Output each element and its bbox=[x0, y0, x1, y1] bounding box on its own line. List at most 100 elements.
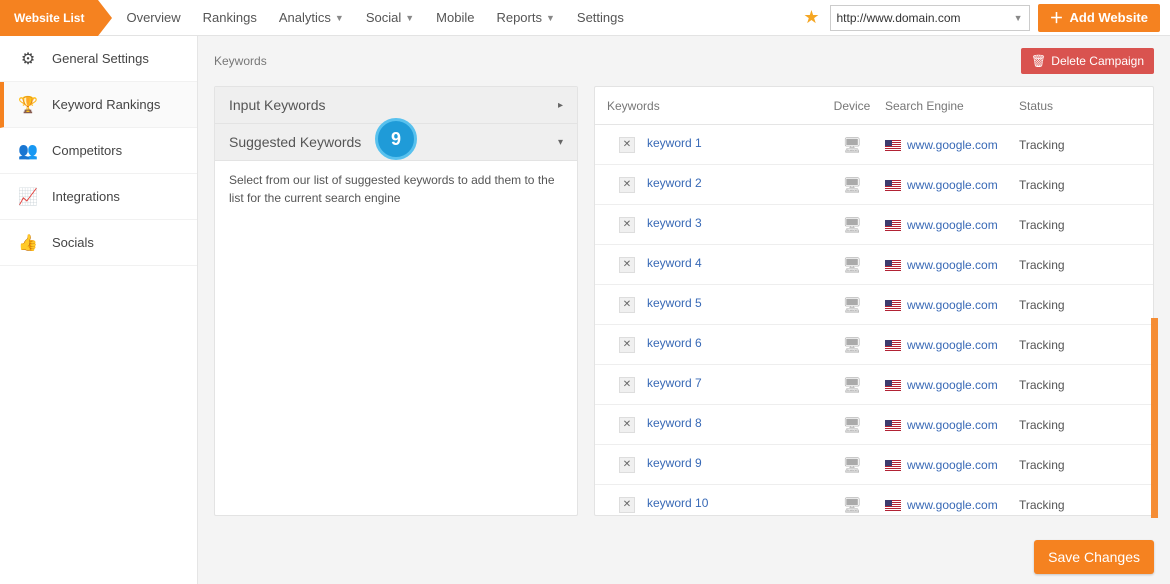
keywords-table-wrap: Keywords Device Search Engine Status ✕ ke… bbox=[594, 86, 1154, 516]
keyword-link[interactable]: keyword 6 bbox=[647, 336, 702, 350]
search-engine-link[interactable]: www.google.com bbox=[907, 458, 998, 472]
nav-item-reports[interactable]: Reports▼ bbox=[496, 10, 554, 25]
sidebar-item-integrations[interactable]: 📈 Integrations bbox=[0, 174, 197, 220]
desktop-icon: 🖥 bbox=[842, 177, 861, 194]
breadcrumb-row: Keywords 🗑 Delete Campaign bbox=[214, 48, 1154, 74]
table-row: ✕keyword 10🖥www.google.comTracking bbox=[595, 485, 1153, 515]
status-text: Tracking bbox=[1019, 498, 1065, 512]
suggested-keywords-header[interactable]: Suggested Keywords ▾ 9 bbox=[215, 124, 577, 161]
nav-item-overview[interactable]: Overview bbox=[126, 10, 180, 25]
sidebar-item-general-settings[interactable]: ⚙General Settings bbox=[0, 36, 197, 82]
remove-keyword-button[interactable]: ✕ bbox=[619, 417, 635, 433]
add-website-button[interactable]: ＋ Add Website bbox=[1038, 4, 1161, 32]
nav-item-rankings[interactable]: Rankings bbox=[203, 10, 257, 25]
chevron-down-icon: ▼ bbox=[405, 13, 414, 23]
website-list-button[interactable]: Website List bbox=[0, 0, 98, 36]
us-flag-icon bbox=[885, 500, 901, 511]
table-body: ✕ keyword 1 🖥 www.google.com Tracking ✕ keywor… bbox=[595, 125, 1153, 515]
keyword-rankings-icon: 🏆 bbox=[18, 95, 38, 115]
table-row: ✕keyword 1🖥www.google.comTracking bbox=[595, 125, 1153, 165]
scrollbar-thumb[interactable] bbox=[1151, 318, 1158, 518]
remove-keyword-button[interactable]: ✕ bbox=[619, 257, 635, 273]
sidebar-item-label: Keyword Rankings bbox=[52, 97, 160, 112]
step-badge: 9 bbox=[375, 118, 417, 160]
search-engine-link[interactable]: www.google.com bbox=[907, 218, 998, 232]
search-engine-link[interactable]: www.google.com bbox=[907, 258, 998, 272]
table-row: ✕keyword 8🖥www.google.comTracking bbox=[595, 405, 1153, 445]
search-engine-link[interactable]: www.google.com bbox=[907, 498, 998, 512]
main-area: ⚙General Settings 🏆 Keyword Rankings 👥Compe… bbox=[0, 36, 1170, 584]
search-engine-link[interactable]: www.google.com bbox=[907, 138, 998, 152]
star-icon[interactable]: ★ bbox=[793, 7, 829, 28]
search-engine-link[interactable]: www.google.com bbox=[907, 338, 998, 352]
us-flag-icon bbox=[885, 140, 901, 151]
nav-item-mobile[interactable]: Mobile bbox=[436, 10, 474, 25]
nav-items: Overview Rankings Analytics▼ Social▼ Mobile R… bbox=[126, 0, 623, 36]
status-text: Tracking bbox=[1019, 338, 1065, 352]
keyword-link[interactable]: keyword 2 bbox=[647, 176, 702, 190]
search-engine-link[interactable]: www.google.com bbox=[907, 298, 998, 312]
table-row: ✕keyword 9🖥www.google.comTracking bbox=[595, 445, 1153, 485]
integrations-icon: 📈 bbox=[18, 187, 38, 207]
remove-keyword-button[interactable]: ✕ bbox=[619, 337, 635, 353]
us-flag-icon bbox=[885, 300, 901, 311]
content: Keywords 🗑 Delete Campaign Input Keyword… bbox=[198, 36, 1170, 584]
keyword-link[interactable]: keyword 8 bbox=[647, 416, 702, 430]
keyword-link[interactable]: keyword 3 bbox=[647, 216, 702, 230]
search-engine-link[interactable]: www.google.com bbox=[907, 418, 998, 432]
remove-keyword-button[interactable]: ✕ bbox=[619, 497, 635, 513]
remove-keyword-button[interactable]: ✕ bbox=[619, 177, 635, 193]
remove-keyword-button[interactable]: ✕ bbox=[619, 217, 635, 233]
header-keywords: Keywords bbox=[595, 99, 825, 113]
domain-select[interactable]: http://www.domain.com ▼ bbox=[830, 5, 1030, 31]
keywords-panel: Input Keywords ▸ Suggested Keywords ▾ 9 … bbox=[214, 86, 578, 516]
desktop-icon: 🖥 bbox=[842, 217, 861, 234]
sidebar-item-socials[interactable]: 👍 Socials bbox=[0, 220, 197, 266]
remove-keyword-button[interactable]: ✕ bbox=[619, 137, 635, 153]
keyword-link[interactable]: keyword 9 bbox=[647, 456, 702, 470]
keyword-link[interactable]: keyword 7 bbox=[647, 376, 702, 390]
nav-item-social[interactable]: Social▼ bbox=[366, 10, 414, 25]
nav-item-settings[interactable]: Settings bbox=[577, 10, 624, 25]
save-changes-button[interactable]: Save Changes bbox=[1034, 540, 1154, 574]
chevron-down-icon: ▼ bbox=[546, 13, 555, 23]
table-header-row: Keywords Device Search Engine Status bbox=[595, 87, 1153, 125]
search-engine-link[interactable]: www.google.com bbox=[907, 178, 998, 192]
keyword-link[interactable]: keyword 5 bbox=[647, 296, 702, 310]
sidebar-item-competitors[interactable]: 👥Competitors bbox=[0, 128, 197, 174]
remove-keyword-button[interactable]: ✕ bbox=[619, 457, 635, 473]
status-text: Tracking bbox=[1019, 298, 1065, 312]
keyword-link[interactable]: keyword 10 bbox=[647, 496, 708, 510]
sidebar-item-label: Integrations bbox=[52, 189, 120, 204]
input-keywords-label: Input Keywords bbox=[229, 97, 326, 113]
nav-item-analytics[interactable]: Analytics▼ bbox=[279, 10, 344, 25]
remove-keyword-button[interactable]: ✕ bbox=[619, 377, 635, 393]
header-device: Device bbox=[825, 99, 879, 113]
remove-keyword-button[interactable]: ✕ bbox=[619, 297, 635, 313]
us-flag-icon bbox=[885, 340, 901, 351]
desktop-icon: 🖥 bbox=[842, 297, 861, 314]
us-flag-icon bbox=[885, 380, 901, 391]
delete-campaign-button[interactable]: 🗑 Delete Campaign bbox=[1021, 48, 1154, 74]
status-text: Tracking bbox=[1019, 258, 1065, 272]
trash-icon: 🗑 bbox=[1031, 54, 1046, 68]
caret-down-icon: ▾ bbox=[558, 137, 563, 148]
socials-icon: 👍 bbox=[18, 233, 38, 253]
sidebar-item-label: Socials bbox=[52, 235, 94, 250]
sidebar-item-keyword-rankings[interactable]: 🏆 Keyword Rankings bbox=[0, 82, 197, 128]
status-text: Tracking bbox=[1019, 218, 1065, 232]
delete-campaign-label: Delete Campaign bbox=[1051, 54, 1144, 68]
table-row: ✕ keyword 5 🖥 www.google.com Tracking bbox=[595, 285, 1153, 325]
search-engine-link[interactable]: www.google.com bbox=[907, 378, 998, 392]
keyword-link[interactable]: keyword 1 bbox=[647, 136, 702, 150]
table-row: ✕ keyword 6 🖥 www.google.com Tracking bbox=[595, 325, 1153, 365]
suggested-keywords-description: Select from our list of suggested keywor… bbox=[215, 161, 577, 407]
columns: Input Keywords ▸ Suggested Keywords ▾ 9 … bbox=[214, 86, 1154, 516]
status-text: Tracking bbox=[1019, 458, 1065, 472]
general-settings-icon: ⚙ bbox=[18, 49, 38, 69]
status-text: Tracking bbox=[1019, 418, 1065, 432]
desktop-icon: 🖥 bbox=[842, 337, 861, 354]
sidebar-item-label: Competitors bbox=[52, 143, 122, 158]
keyword-link[interactable]: keyword 4 bbox=[647, 256, 702, 270]
us-flag-icon bbox=[885, 260, 901, 271]
